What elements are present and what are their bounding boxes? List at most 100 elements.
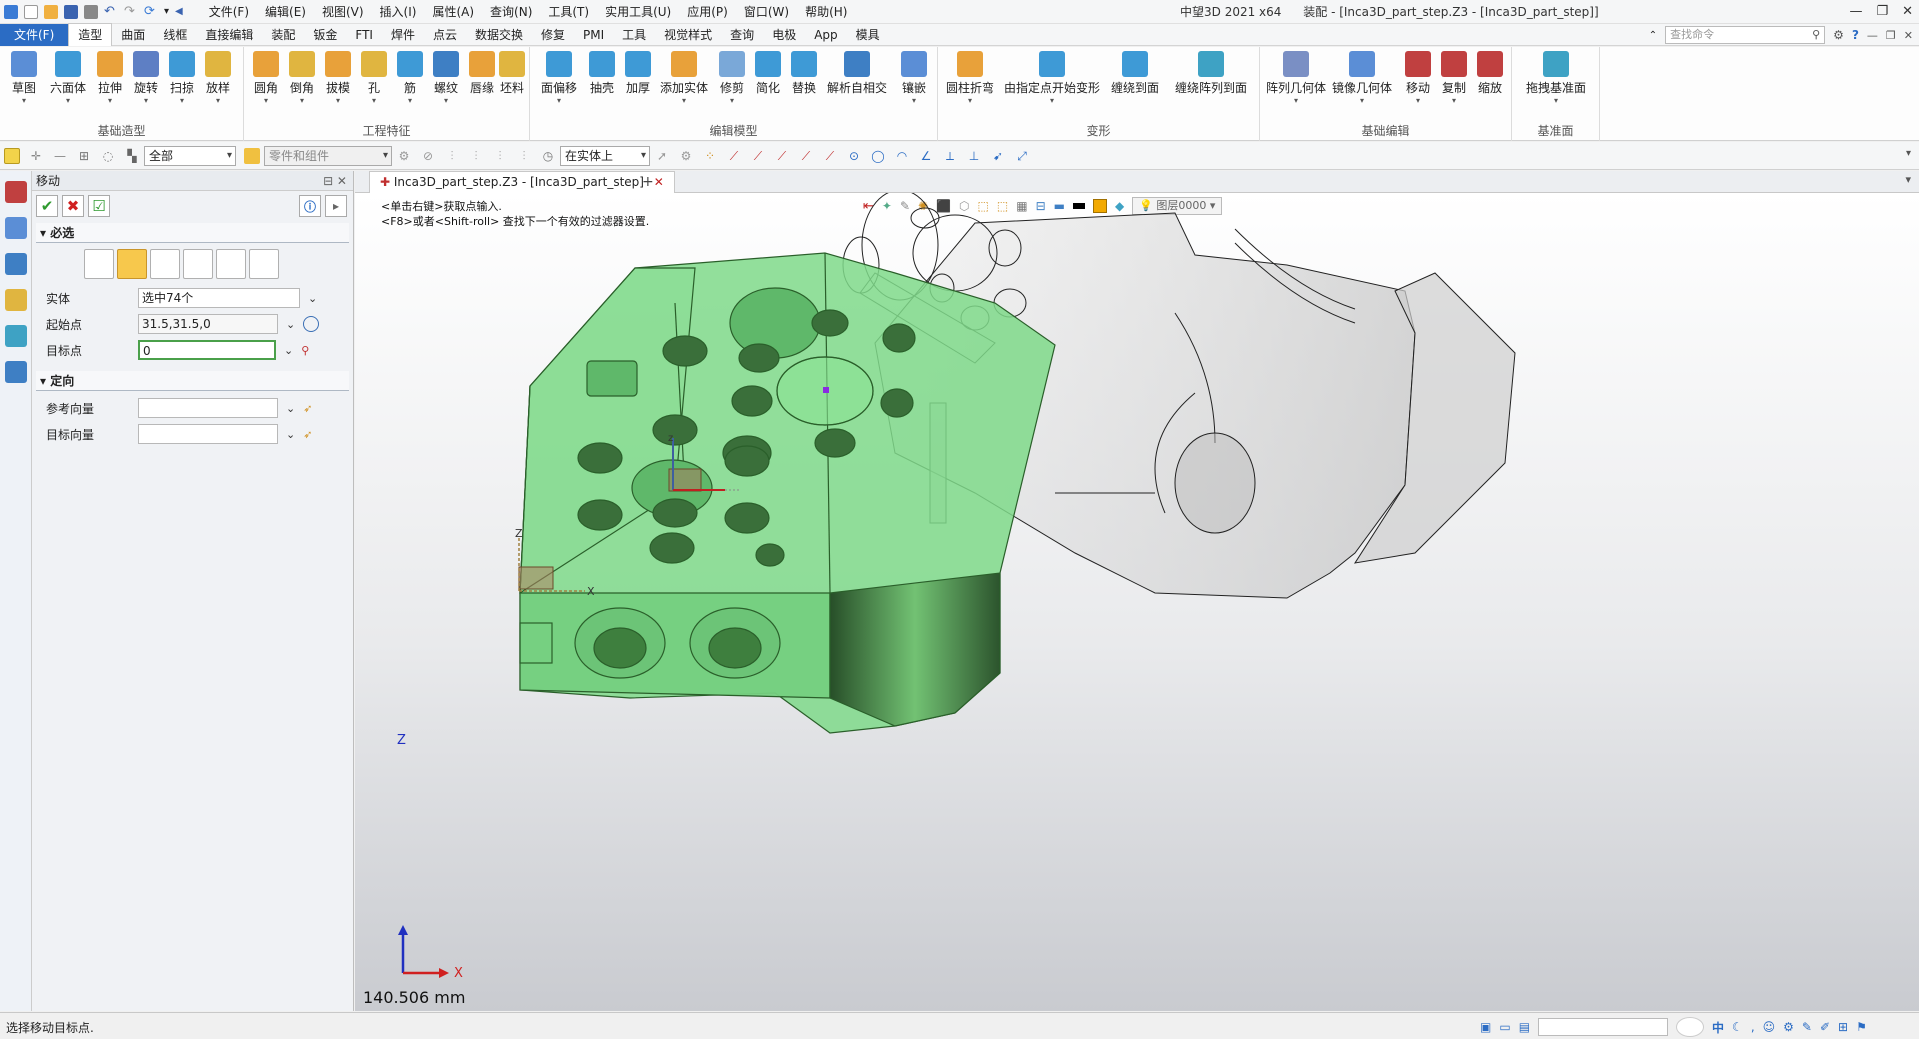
restore-button[interactable]: ❐ (1876, 0, 1888, 24)
window-restore-icon[interactable]: ❐ (1886, 29, 1896, 42)
loft-button[interactable]: 放样 ▾ (200, 51, 236, 106)
menu-file[interactable]: 文件(F) (201, 0, 257, 24)
vector-picker-icon[interactable]: ➶ (303, 402, 312, 415)
filter-icon[interactable]: ▚ (124, 148, 140, 164)
double-chevron-down-icon[interactable]: ⌄ (308, 292, 317, 305)
add-solid-button[interactable]: 添加实体 ▾ (658, 51, 710, 106)
tab-modeling[interactable]: 造型 (68, 23, 113, 46)
help-icon[interactable]: ? (1852, 28, 1859, 42)
tab-file[interactable]: 文件(F) (0, 23, 69, 46)
snap-angle-icon[interactable]: ∠ (918, 148, 934, 164)
3d-viewport[interactable]: <单击右键>获取点输入. <F8>或者<Shift-roll> 查找下一个有效的… (355, 193, 1919, 1011)
tab-data-exchange[interactable]: 数据交换 (466, 24, 532, 46)
simplify-button[interactable]: 简化 (750, 51, 786, 96)
inlay-button[interactable]: 镶嵌 ▾ (896, 51, 932, 106)
history-tree-icon[interactable] (4, 217, 27, 239)
view-icon[interactable]: ▣ (1480, 1020, 1491, 1034)
rib-button[interactable]: 筋 ▾ (392, 51, 428, 106)
ref-vector-field[interactable] (138, 398, 278, 418)
wrap-pattern-to-face-button[interactable]: 缠绕阵列到面 (1170, 51, 1252, 96)
thicken-button[interactable]: 加厚 (620, 51, 656, 96)
smile-icon[interactable]: ☺ (1763, 1020, 1776, 1034)
snap-xyz-icon[interactable]: ⤢ (1014, 148, 1030, 164)
tab-pmi[interactable]: PMI (574, 24, 613, 46)
avatar[interactable] (1676, 1017, 1705, 1037)
tab-direct-edit[interactable]: 直接编辑 (196, 24, 262, 46)
align-icon[interactable]: ⫶ (444, 148, 460, 164)
menu-utilities[interactable]: 实用工具(U) (597, 0, 679, 24)
snap-endpoint-icon[interactable]: ⁘ (702, 148, 718, 164)
tab-wireframe[interactable]: 线框 (154, 24, 196, 46)
menu-insert[interactable]: 插入(I) (372, 0, 425, 24)
distribute-icon[interactable]: ⫶ (468, 148, 484, 164)
minimize-button[interactable]: — (1849, 0, 1862, 24)
scale-button[interactable]: 缩放 (1472, 51, 1508, 96)
apply-button[interactable]: ☑ (88, 195, 110, 217)
snap-arc-icon[interactable]: ◠ (894, 148, 910, 164)
stack-icon[interactable]: ⫶ (492, 148, 508, 164)
snap-plane-icon[interactable]: ⟂ (942, 148, 958, 164)
menu-apps[interactable]: 应用(P) (679, 0, 736, 24)
tab-visual-style[interactable]: 视觉样式 (655, 24, 721, 46)
status-input[interactable] (1538, 1018, 1669, 1036)
required-section-header[interactable]: ▾ 必选 (36, 223, 349, 243)
double-chevron-down-icon[interactable]: ⌄ (286, 428, 295, 441)
cylinder-bend-button[interactable]: 圆柱折弯 ▾ (944, 51, 996, 106)
snap-combo[interactable]: 在实体上 (560, 145, 650, 166)
snap-vector-icon[interactable]: ➹ (990, 148, 1006, 164)
tab-sheet-metal[interactable]: 钣金 (304, 24, 346, 46)
gear-icon[interactable]: ⚙ (1783, 1020, 1794, 1034)
move-tool-icon[interactable] (4, 181, 27, 203)
print-icon[interactable] (84, 4, 98, 19)
pick-point-icon[interactable]: ✛ (28, 148, 44, 164)
draft-button[interactable]: 拔模 ▾ (320, 51, 356, 106)
info-button[interactable]: ⓘ (299, 195, 321, 217)
point-picker-icon[interactable] (303, 316, 320, 332)
tab-fti[interactable]: FTI (346, 24, 382, 46)
move-rotate-mode-button[interactable] (183, 249, 213, 279)
box-select-icon[interactable]: ⊞ (76, 148, 92, 164)
tab-weldment[interactable]: 焊件 (382, 24, 424, 46)
face-offset-button[interactable]: 面偏移 ▾ (538, 51, 580, 106)
tab-tools[interactable]: 工具 (613, 24, 655, 46)
move-dynamic-mode-button[interactable] (84, 249, 114, 279)
window-icon[interactable]: ▤ (1519, 1020, 1530, 1034)
minus-icon[interactable]: — (52, 148, 68, 164)
fillet-button[interactable]: 圆角 ▾ (248, 51, 284, 106)
reset-icon[interactable]: ⊘ (420, 148, 436, 164)
close-icon[interactable]: ⊟ ✕ (323, 171, 347, 191)
tab-surface[interactable]: 曲面 (112, 24, 154, 46)
close-button[interactable]: ✕ (1902, 0, 1913, 24)
close-tab-icon[interactable]: ✕ (654, 175, 664, 189)
snap-axis-icon[interactable]: ⊥ (966, 148, 982, 164)
save-icon[interactable] (64, 4, 78, 19)
redo-icon[interactable]: ↷ (124, 4, 138, 19)
hole-button[interactable]: 孔 ▾ (356, 51, 392, 106)
vector-picker-icon[interactable]: ➶ (303, 428, 312, 441)
extrude-button[interactable]: 拉伸 ▾ (92, 51, 128, 106)
tab-app[interactable]: App (805, 24, 846, 46)
window-min-icon[interactable]: — (1867, 29, 1878, 42)
drag-datum-plane-button[interactable]: 拖拽基准面 ▾ (1520, 51, 1592, 106)
collapse-ribbon-icon[interactable]: ⌃ (1649, 30, 1657, 41)
select-arrow-icon[interactable] (4, 147, 20, 164)
trim-button[interactable]: 修剪 ▾ (714, 51, 750, 106)
parts-combo[interactable]: 零件和组件 (264, 145, 392, 166)
menu-view[interactable]: 视图(V) (314, 0, 372, 24)
move-along-direction-mode-button[interactable] (150, 249, 180, 279)
ok-button[interactable]: ✔ (36, 195, 58, 217)
search-icon[interactable]: ⚲ (1812, 27, 1820, 43)
back-arrow-icon[interactable]: ◀ (175, 6, 183, 17)
tab-repair[interactable]: 修复 (532, 24, 574, 46)
double-chevron-down-icon[interactable]: ⌄ (284, 344, 293, 357)
user-icon[interactable] (4, 361, 27, 383)
menu-query[interactable]: 查询(N) (482, 0, 540, 24)
snap-grid-icon[interactable]: ⚙ (678, 148, 694, 164)
shirt-icon[interactable]: ⚑ (1856, 1020, 1867, 1034)
pin-icon[interactable]: ⫶ (516, 148, 532, 164)
hexahedron-button[interactable]: 六面体 ▾ (46, 51, 90, 106)
tab-point-cloud[interactable]: 点云 (424, 24, 466, 46)
parts-library-icon[interactable] (4, 289, 27, 311)
entity-field[interactable]: 选中74个 (138, 288, 300, 308)
mirror-geometry-button[interactable]: 镜像几何体 ▾ (1332, 51, 1392, 106)
